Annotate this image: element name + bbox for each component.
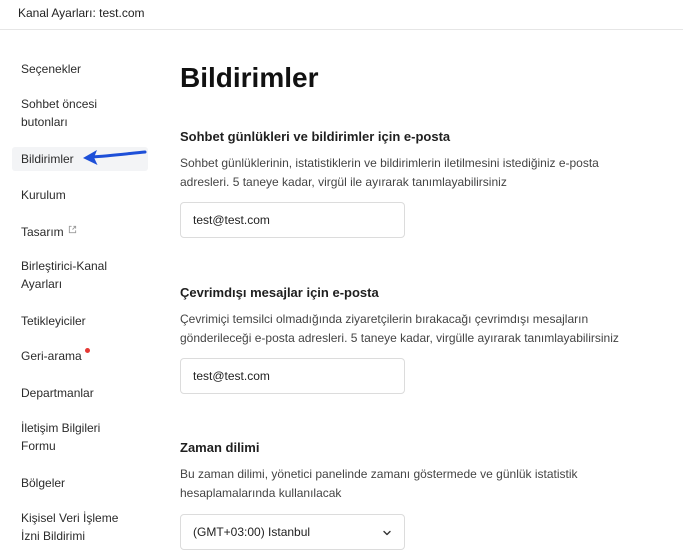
sidebar-item-contact-form[interactable]: İletişim Bilgileri Formu [12, 419, 122, 455]
sidebar-item-label: Bildirimler [21, 152, 74, 166]
offline-email-input[interactable] [180, 358, 405, 394]
section-title-offline-email: Çevrimdışı mesajlar için e-posta [180, 285, 379, 300]
sidebar-item-integrator-channel-settings[interactable]: Birleştirici-Kanal Ayarları [12, 257, 132, 293]
sidebar-item-options[interactable]: Seçenekler [12, 60, 148, 78]
sidebar-item-triggers[interactable]: Tetikleyiciler [12, 312, 148, 330]
chat-log-email-input[interactable] [180, 202, 405, 238]
arrow-left-icon [83, 150, 147, 165]
sidebar-item-label: Kişisel Veri İşleme İzni Bildirimi [21, 511, 119, 543]
external-link-icon [68, 221, 77, 239]
sidebar-item-departments[interactable]: Departmanlar [12, 384, 148, 402]
section-title-timezone: Zaman dilimi [180, 440, 260, 455]
sidebar-item-personal-data-consent[interactable]: Kişisel Veri İşleme İzni Bildirimi [12, 509, 132, 545]
section-description-chat-log-email: Sohbet günlüklerinin, istatistiklerin ve… [180, 156, 599, 189]
sidebar-item-label: Seçenekler [21, 62, 82, 76]
timezone-select[interactable]: (GMT+03:00) Istanbul [180, 514, 405, 550]
timezone-selected-value: (GMT+03:00) Istanbul [193, 525, 311, 539]
sidebar-item-label: Departmanlar [21, 386, 94, 400]
window-header: Kanal Ayarları: test.com [0, 0, 683, 30]
page-title: Bildirimler [180, 62, 319, 93]
sidebar-item-design[interactable]: Tasarım [12, 221, 148, 241]
chevron-down-icon [382, 525, 392, 543]
sidebar-item-label: Geri-arama [21, 349, 82, 363]
sidebar-item-label: Birleştirici-Kanal Ayarları [21, 259, 108, 291]
section-title-chat-log-email: Sohbet günlükleri ve bildirimler için e-… [180, 129, 451, 144]
section-description-timezone: Bu zaman dilimi, yönetici panelinde zama… [180, 467, 578, 500]
sidebar-item-label: Tasarım [21, 225, 64, 239]
section-description-offline-email: Çevrimiçi temsilci olmadığında ziyaretçi… [180, 312, 619, 345]
sidebar-item-regions[interactable]: Bölgeler [12, 474, 148, 492]
sidebar-item-installation[interactable]: Kurulum [12, 186, 148, 204]
sidebar-item-label: Kurulum [21, 188, 66, 202]
sidebar-item-pre-chat-buttons[interactable]: Sohbet öncesi butonları [12, 95, 122, 131]
sidebar-item-label: Bölgeler [21, 476, 66, 490]
notification-dot [84, 348, 90, 353]
sidebar-item-label: Sohbet öncesi butonları [21, 97, 98, 129]
sidebar-item-label: Tetikleyiciler [21, 314, 86, 328]
sidebar-item-label: İletişim Bilgileri Formu [21, 421, 101, 453]
channel-settings-title: Kanal Ayarları: test.com [18, 6, 145, 20]
sidebar-item-callback[interactable]: Geri-arama [12, 347, 148, 365]
